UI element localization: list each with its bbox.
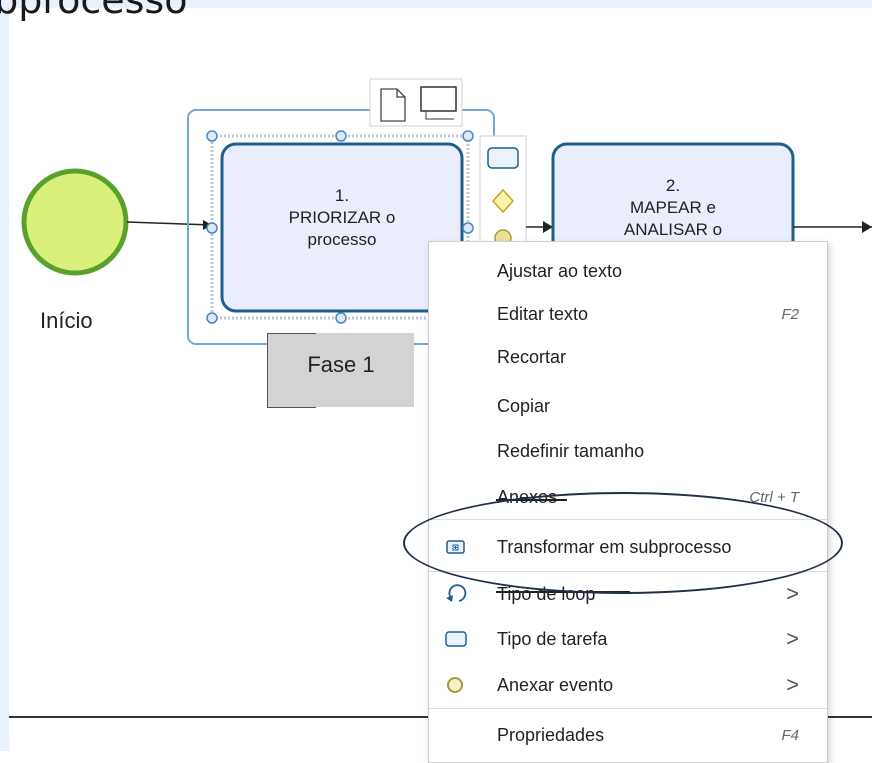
menu-item-anexar-evento[interactable]: Anexar evento > <box>429 666 827 704</box>
task-2-number: 2. <box>665 176 681 195</box>
menu-item-label: Propriedades <box>497 725 605 745</box>
menu-item-label: Recortar <box>497 347 567 367</box>
task-2-line3: ANALISAR o <box>623 220 723 239</box>
task-shape-icon[interactable] <box>487 147 519 169</box>
element-toolbar[interactable] <box>369 78 463 127</box>
start-event[interactable] <box>21 168 129 276</box>
pool-bottom-line-right <box>826 716 872 718</box>
start-event-label: Início <box>40 308 93 333</box>
menu-item-label: Redefinir tamanho <box>497 441 645 461</box>
menu-item-recortar[interactable]: Recortar <box>429 338 827 376</box>
task-1-label: 1. PRIORIZAR o processo <box>222 185 462 251</box>
lane-edge-top <box>268 333 316 334</box>
menu-separator <box>429 708 827 709</box>
menu-item-label: Ajustar ao texto <box>497 261 623 281</box>
menu-item-label: Tipo de tarefa <box>497 629 608 649</box>
lane-edge-left <box>267 333 268 408</box>
chevron-right-icon: > <box>786 672 799 697</box>
chevron-right-icon: > <box>786 626 799 651</box>
menu-item-label: Editar texto <box>497 304 589 324</box>
menu-item-propriedades[interactable]: Propriedades F4 <box>429 716 827 754</box>
chevron-right-icon: > <box>786 581 799 606</box>
lane-label-box[interactable]: Fase 1 <box>268 333 414 407</box>
task-1-line2: PRIORIZAR o <box>288 208 396 227</box>
task-1-line3: processo <box>307 230 377 249</box>
task-2-label: 2. MAPEAR e ANALISAR o <box>553 175 793 241</box>
menu-item-redefinir-tamanho[interactable]: Redefinir tamanho <box>429 432 827 470</box>
menu-item-label: Anexar evento <box>497 675 614 695</box>
event-icon <box>443 674 469 696</box>
task-2-line2: MAPEAR e <box>630 198 716 217</box>
annotation-icon[interactable] <box>380 88 406 122</box>
menu-item-shortcut: F2 <box>781 306 799 323</box>
arrowhead-3 <box>862 221 872 233</box>
menu-item-shortcut: F4 <box>781 727 799 744</box>
highlight-ellipse <box>403 492 843 594</box>
menu-item-editar-texto[interactable]: Editar texto F2 <box>429 295 827 333</box>
menu-item-copiar[interactable]: Copiar <box>429 387 827 425</box>
comment-icon[interactable] <box>420 86 457 112</box>
task-type-icon <box>443 628 469 650</box>
menu-item-label: Copiar <box>497 396 551 416</box>
lane-edge-bottom <box>267 407 316 408</box>
task-1-number: 1. <box>334 186 350 205</box>
shape-palette[interactable] <box>479 135 527 247</box>
menu-item-tipo-de-tarefa[interactable]: Tipo de tarefa > <box>429 620 827 658</box>
menu-item-ajustar-ao-texto[interactable]: Ajustar ao texto <box>429 252 827 290</box>
lane-label: Fase 1 <box>307 352 375 377</box>
loop-icon <box>443 583 469 605</box>
pool-bottom-line-left <box>9 716 428 718</box>
sequence-flow-1[interactable] <box>126 221 213 226</box>
